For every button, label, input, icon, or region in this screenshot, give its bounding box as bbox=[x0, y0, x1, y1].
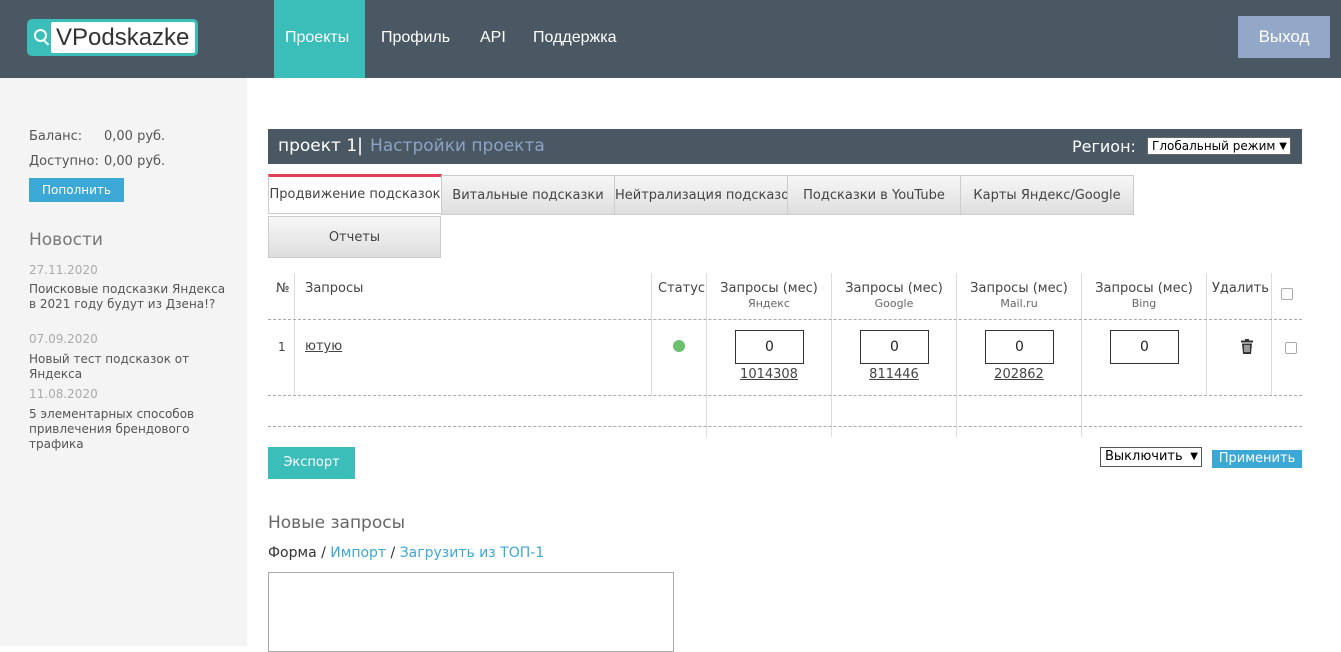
separator: | bbox=[357, 135, 364, 156]
header-engine: Bing bbox=[1131, 297, 1157, 310]
nav-api[interactable]: API bbox=[480, 0, 506, 78]
header-google: Запросы (мес) Google bbox=[832, 281, 956, 311]
news-date: 11.08.2020 bbox=[29, 387, 98, 401]
news-date: 27.11.2020 bbox=[29, 263, 98, 277]
news-heading: Новости bbox=[29, 230, 103, 250]
new-queries-textarea[interactable] bbox=[268, 572, 674, 652]
row-divider bbox=[268, 319, 1302, 320]
bulk-action-select[interactable]: Выключить ▼ bbox=[1100, 447, 1202, 467]
form-mode-label[interactable]: Форма bbox=[268, 545, 317, 561]
tab-reports[interactable]: Отчеты bbox=[268, 216, 441, 258]
nav-support[interactable]: Поддержка bbox=[533, 0, 616, 78]
header-engine: Google bbox=[874, 297, 914, 310]
project-name: проект 1 bbox=[278, 136, 358, 156]
column-divider bbox=[1206, 273, 1207, 395]
nav-projects[interactable]: Проекты bbox=[274, 0, 365, 78]
select-all-checkbox[interactable] bbox=[1281, 288, 1293, 300]
news-link[interactable]: Новый тест подсказок от Яндекса bbox=[29, 352, 234, 382]
tab-neutralization[interactable]: Нейтрализация подсказок bbox=[614, 175, 788, 215]
nav-profile[interactable]: Профиль bbox=[381, 0, 450, 78]
header-engine: Яндекс bbox=[748, 297, 790, 310]
bing-requests-input[interactable]: 0 bbox=[1110, 330, 1179, 364]
chevron-down-icon: ▼ bbox=[1279, 141, 1287, 152]
new-queries-heading: Новые запросы bbox=[268, 513, 406, 533]
header-label: Запросы (мес) bbox=[1095, 281, 1193, 296]
header-yandex: Запросы (мес) Яндекс bbox=[707, 281, 831, 311]
google-count-link[interactable]: 811446 bbox=[844, 367, 944, 382]
logo[interactable]: VPodskazke bbox=[27, 19, 198, 56]
header-status: Статус bbox=[658, 281, 706, 296]
top-navigation-bar: VPodskazke Проекты Профиль API Поддержка… bbox=[0, 0, 1341, 78]
header-delete: Удалить bbox=[1212, 281, 1269, 296]
tab-youtube[interactable]: Подсказки в YouTube bbox=[787, 175, 961, 215]
row-checkbox[interactable] bbox=[1285, 342, 1297, 354]
header-engine: Mail.ru bbox=[1000, 297, 1038, 310]
available-value: 0,00 руб. bbox=[104, 154, 166, 169]
project-settings-link[interactable]: Настройки проекта bbox=[370, 136, 545, 156]
yandex-count-link[interactable]: 1014308 bbox=[719, 367, 819, 382]
header-mailru: Запросы (мес) Mail.ru bbox=[957, 281, 1081, 311]
news-link[interactable]: 5 элементарных способов привлечения брен… bbox=[29, 407, 234, 452]
news-date: 07.09.2020 bbox=[29, 332, 98, 346]
header-queries: Запросы bbox=[305, 281, 364, 296]
topup-button[interactable]: Пополнить bbox=[29, 178, 124, 202]
apply-button[interactable]: Применить bbox=[1212, 450, 1302, 468]
query-link[interactable]: ютую bbox=[305, 339, 342, 354]
tab-maps[interactable]: Карты Яндекс/Google bbox=[960, 175, 1134, 215]
header-bing: Запросы (мес) Bing bbox=[1082, 281, 1206, 311]
balance-row: Баланс: 0,00 руб. bbox=[29, 129, 165, 144]
separator: / bbox=[390, 545, 396, 561]
mailru-count-link[interactable]: 202862 bbox=[969, 367, 1069, 382]
chevron-down-icon: ▼ bbox=[1190, 451, 1198, 462]
google-requests-input[interactable]: 0 bbox=[860, 330, 929, 364]
balance-label: Баланс: bbox=[29, 129, 83, 144]
row-number: 1 bbox=[278, 340, 286, 354]
mailru-requests-input[interactable]: 0 bbox=[985, 330, 1054, 364]
bulk-action-value: Выключить bbox=[1105, 449, 1183, 464]
search-icon bbox=[34, 29, 47, 42]
logo-text: VPodskazke bbox=[56, 24, 190, 51]
separator: / bbox=[321, 545, 326, 561]
new-queries-mode-links: Форма / Импорт / Загрузить из ТОП-1 bbox=[268, 545, 544, 561]
tab-promotion[interactable]: Продвижение подсказок bbox=[268, 174, 442, 214]
project-header-bar: проект 1 | Настройки проекта Регион: Гло… bbox=[268, 129, 1302, 164]
region-label: Регион: bbox=[1072, 137, 1136, 156]
load-top1-link[interactable]: Загрузить из ТОП-1 bbox=[400, 545, 545, 561]
region-select[interactable]: Глобальный режим ▼ bbox=[1147, 137, 1291, 155]
row-divider bbox=[268, 426, 1302, 427]
available-row: Доступно: 0,00 руб. bbox=[29, 154, 165, 169]
region-select-value: Глобальный режим bbox=[1152, 139, 1276, 153]
column-divider bbox=[651, 273, 652, 395]
trash-icon[interactable] bbox=[1241, 339, 1253, 354]
balance-value: 0,00 руб. bbox=[104, 129, 166, 144]
news-link[interactable]: Поисковые подсказки Яндекса в 2021 году … bbox=[29, 282, 234, 312]
logout-button[interactable]: Выход bbox=[1238, 16, 1330, 58]
header-label: Запросы (мес) bbox=[845, 281, 943, 296]
column-divider bbox=[294, 273, 295, 395]
row-divider bbox=[268, 395, 1302, 396]
export-button[interactable]: Экспорт bbox=[268, 447, 355, 479]
available-label: Доступно: bbox=[29, 154, 99, 169]
yandex-requests-input[interactable]: 0 bbox=[735, 330, 804, 364]
header-num: № bbox=[276, 281, 290, 296]
status-indicator bbox=[673, 340, 685, 352]
import-link[interactable]: Импорт bbox=[330, 545, 386, 561]
tab-vital[interactable]: Витальные подсказки bbox=[441, 175, 615, 215]
header-label: Запросы (мес) bbox=[720, 281, 818, 296]
header-label: Запросы (мес) bbox=[970, 281, 1068, 296]
column-divider bbox=[1271, 273, 1272, 395]
